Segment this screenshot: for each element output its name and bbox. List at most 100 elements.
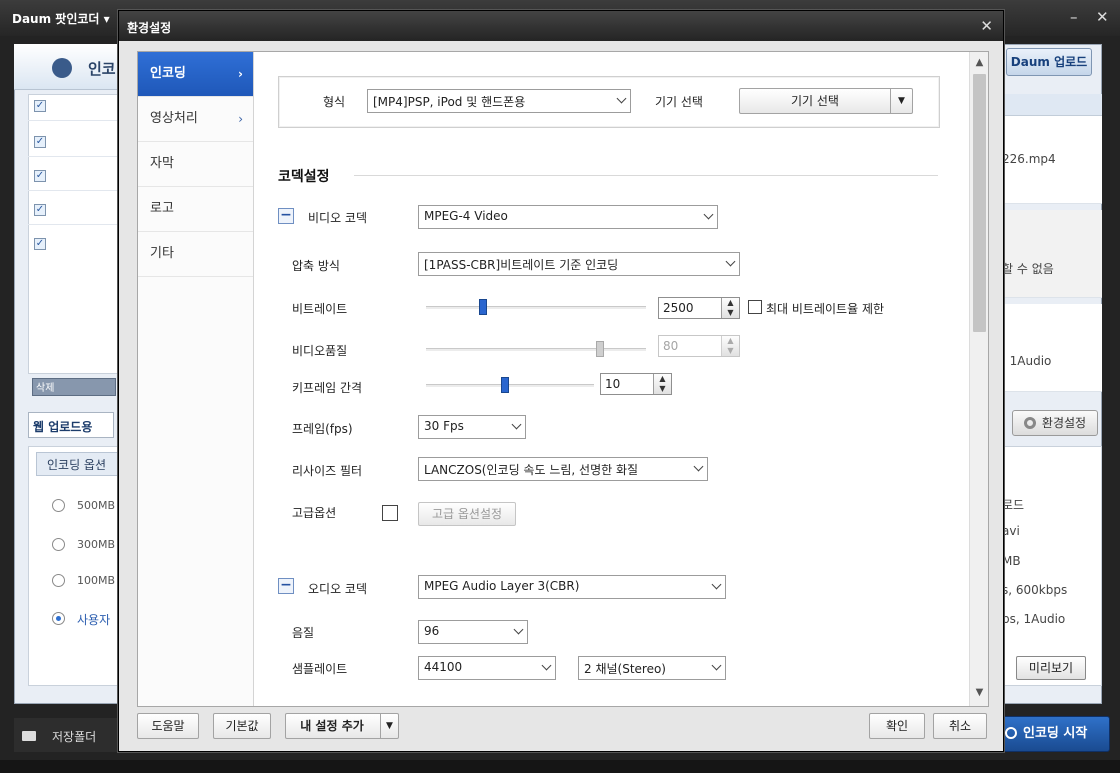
audio-info-text: , 1Audio (1002, 354, 1052, 368)
audio-codec-select[interactable]: MPEG Audio Layer 3(CBR) (418, 575, 726, 599)
resize-filter-value: LANCZOS(인코딩 속도 느림, 선명한 화질 (424, 463, 639, 477)
add-my-setting-button[interactable]: 내 설정 추가 ▼ (285, 713, 399, 739)
dialog-close-button[interactable]: ✕ (980, 17, 993, 35)
save-folder-button[interactable]: 저장폴더 (52, 728, 96, 745)
samplerate-select[interactable]: 44100 (418, 656, 556, 680)
ok-button[interactable]: 확인 (869, 713, 925, 739)
max-bitrate-label: 최대 비트레이트율 제한 (766, 302, 885, 316)
compression-select[interactable]: [1PASS-CBR]비트레이트 기준 인코딩 (418, 252, 740, 276)
stepper-arrows-icon[interactable]: ▲ ▼ (653, 374, 671, 394)
keyframe-slider-thumb[interactable] (501, 377, 510, 393)
file-checkbox[interactable]: ✓ (34, 170, 46, 182)
stepper-arrows-icon[interactable]: ▲ ▼ (721, 298, 739, 318)
collapse-audio-icon[interactable]: − (278, 578, 294, 594)
encode-icon (1005, 727, 1017, 739)
nav-item-encoding[interactable]: 인코딩 › (138, 52, 253, 97)
default-button[interactable]: 기본값 (213, 713, 271, 739)
status-text: 할 수 없음 (1002, 262, 1054, 276)
video-quality-slider[interactable] (426, 348, 646, 352)
delete-button[interactable]: 삭제 (33, 383, 54, 394)
size-radio-500[interactable] (52, 499, 65, 512)
format-label: 형식 (323, 95, 346, 109)
device-button-label: 기기 선택 (791, 94, 839, 108)
nav-label: 기타 (150, 246, 174, 261)
size-radio-custom[interactable] (52, 612, 65, 625)
nav-item-logo[interactable]: 로고 (138, 187, 253, 232)
keyframe-stepper[interactable]: 10 ▲ ▼ (600, 373, 672, 395)
settings-button-label: 환경설정 (1041, 416, 1087, 430)
nav-item-subtitle[interactable]: 자막 (138, 142, 253, 187)
settings-button[interactable]: 환경설정 (1012, 410, 1098, 436)
file-checkbox[interactable]: ✓ (34, 204, 46, 216)
web-upload-tab[interactable]: 웹 업로드용 (28, 412, 114, 438)
collapse-video-icon[interactable]: − (278, 208, 294, 224)
file-checkbox[interactable]: ✓ (34, 238, 46, 250)
stepper-arrows-icon[interactable]: ▲ ▼ (721, 336, 739, 356)
scroll-up-icon[interactable]: ▲ (970, 54, 988, 72)
logo-text: 인코 (88, 60, 116, 78)
nav-label: 인코딩 (150, 66, 186, 81)
video-codec-label: 비디오 코덱 (308, 211, 368, 225)
fps-value: 30 Fps (424, 419, 464, 433)
preview-button[interactable]: 미리보기 (1016, 656, 1086, 680)
chevron-down-icon (711, 660, 722, 671)
folder-icon (22, 731, 36, 741)
app-title[interactable]: Daum 팟인코더 ▾ (12, 10, 110, 27)
audio-codec-label: 오디오 코덱 (308, 582, 368, 596)
advanced-settings-button[interactable]: 고급 옵션설정 (418, 502, 516, 526)
size-text: MB (1002, 554, 1021, 568)
encoding-option-panel (28, 446, 124, 686)
add-my-setting-label: 내 설정 추가 (300, 719, 364, 733)
audio-quality-select[interactable]: 96 (418, 620, 528, 644)
cancel-button[interactable]: 취소 (933, 713, 987, 739)
dropdown-arrow-icon[interactable]: ▼ (380, 714, 398, 738)
fps-select[interactable]: 30 Fps (418, 415, 526, 439)
app-close-button[interactable]: ✕ (1096, 8, 1109, 26)
help-button[interactable]: 도움말 (137, 713, 199, 739)
dialog-titlebar[interactable]: 환경설정 ✕ (119, 11, 1003, 41)
chevron-down-icon (703, 209, 714, 220)
size-radio-300[interactable] (52, 538, 65, 551)
device-select-button[interactable]: 기기 선택 ▼ (739, 88, 913, 114)
nav-item-etc[interactable]: 기타 (138, 232, 253, 277)
video-codec-select[interactable]: MPEG-4 Video (418, 205, 718, 229)
start-encoding-button[interactable]: 인코딩 시작 (998, 716, 1110, 752)
scrollbar-thumb[interactable] (973, 74, 986, 332)
size-label-custom: 사용자 (77, 613, 111, 627)
video-quality-slider-thumb[interactable] (595, 341, 604, 357)
fps-label: 프레임(fps) (292, 422, 353, 436)
scroll-down-icon[interactable]: ▼ (970, 684, 988, 702)
format-value: [MP4]PSP, iPod 및 핸드폰용 (373, 95, 526, 109)
nav-item-video-processing[interactable]: 영상처리 › (138, 97, 253, 142)
encoding-option-header: 인코딩 옵션 (36, 452, 124, 476)
daum-upload-button[interactable]: Daum 업로드 (1006, 48, 1092, 76)
minimize-button[interactable]: – (1070, 8, 1078, 26)
resize-filter-select[interactable]: LANCZOS(인코딩 속도 느림, 선명한 화질 (418, 457, 708, 481)
bitrate-stepper[interactable]: 2500 ▲ ▼ (658, 297, 740, 319)
row-divider (28, 224, 124, 225)
file-checkbox[interactable]: ✓ (34, 136, 46, 148)
advanced-option-checkbox[interactable] (382, 505, 398, 521)
samplerate-label: 샘플레이트 (292, 662, 348, 676)
size-radio-100[interactable] (52, 574, 65, 587)
content-scrollbar[interactable]: ▲ ▼ (969, 52, 988, 706)
max-bitrate-checkbox[interactable] (748, 300, 762, 314)
info-header-strip (990, 94, 1102, 116)
settings-dialog: 환경설정 ✕ 인코딩 › 영상처리 › 자막 로고 기타 형식 [MP4]PSP… (118, 10, 1004, 752)
bitrate-value: 2500 (663, 301, 694, 315)
keyframe-slider[interactable] (426, 384, 594, 388)
video-quality-label: 비디오품질 (292, 344, 348, 358)
bitrate-slider-thumb[interactable] (479, 299, 487, 315)
format-select[interactable]: [MP4]PSP, iPod 및 핸드폰용 (367, 89, 631, 113)
select-all-checkbox[interactable]: ✓ (34, 100, 46, 112)
dropdown-arrow-icon[interactable]: ▼ (890, 89, 912, 113)
resize-filter-label: 리사이즈 필터 (292, 464, 363, 478)
codec-section-title: 코덱설정 (278, 169, 330, 185)
bitrate-slider[interactable] (426, 306, 646, 310)
chevron-right-icon: › (238, 67, 243, 81)
list-control-buttons[interactable]: 삭제 (32, 378, 116, 396)
channels-select[interactable]: 2 채널(Stereo) (578, 656, 726, 680)
audio-text: ps, 1Audio (1002, 612, 1066, 626)
video-quality-stepper[interactable]: 80 ▲ ▼ (658, 335, 740, 357)
row-divider (28, 190, 124, 191)
